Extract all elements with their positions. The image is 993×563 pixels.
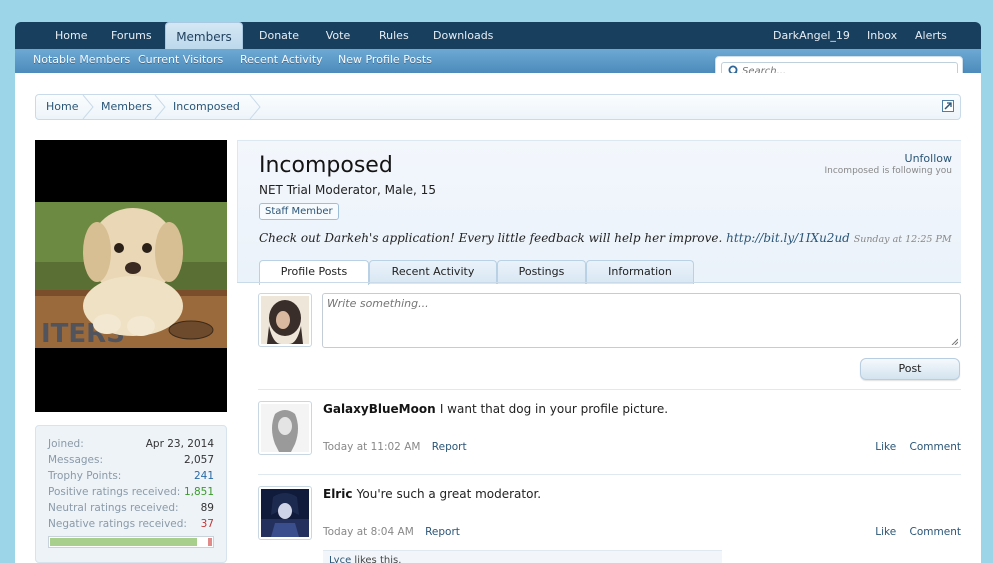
breadcrumb-members[interactable]: Members (101, 95, 152, 119)
message-divider (258, 389, 961, 390)
profile-post-input[interactable] (327, 297, 955, 343)
rating-positive-fill (50, 538, 197, 546)
stat-value: 89 (200, 502, 214, 514)
stat-label: Positive ratings received: (48, 486, 181, 498)
breadcrumb-separator-icon (82, 95, 94, 119)
main-content: Home Members Incomposed ITERS Joined: Ap… (15, 73, 981, 563)
liker-name[interactable]: Lyce (329, 555, 351, 563)
tab-recent-activity[interactable]: Recent Activity (369, 260, 497, 284)
message-meta: Today at 8:04 AM Report (323, 526, 460, 538)
tab-underline (237, 282, 961, 283)
stat-label: Negative ratings received: (48, 518, 187, 530)
resize-handle-icon[interactable] (950, 337, 958, 345)
message-actions: Like Comment (865, 441, 961, 453)
breadcrumb: Home Members Incomposed (35, 94, 961, 120)
stat-value: 1,851 (183, 486, 214, 498)
nav-tab-members[interactable]: Members (165, 22, 243, 50)
message-time[interactable]: Today at 8:04 AM (323, 526, 414, 538)
subnav-current-visitors[interactable]: Current Visitors (138, 49, 223, 71)
elric-avatar-image (261, 489, 309, 537)
rating-negative-fill (208, 538, 212, 546)
rating-ratio-bar (48, 536, 214, 548)
report-link[interactable]: Report (425, 526, 460, 538)
stat-value: Apr 23, 2014 (145, 438, 214, 450)
stat-value: 37 (200, 518, 214, 530)
status-time: Sunday at 12:25 PM (853, 234, 952, 245)
breadcrumb-separator-icon (154, 95, 166, 119)
staff-member-badge: Staff Member (259, 203, 339, 220)
subnav-recent-activity[interactable]: Recent Activity (240, 49, 323, 71)
top-navigation: Home Forums Members Donate Vote Rules Do… (15, 22, 981, 50)
stat-trophy-points: Trophy Points: 241 (48, 470, 214, 485)
message-author-name[interactable]: GalaxyBlueMoon (323, 402, 436, 416)
profile-status: Check out Darkeh's application! Every li… (259, 231, 952, 245)
member-stats: Joined: Apr 23, 2014 Messages: 2,057 Tro… (35, 425, 227, 563)
stat-value[interactable]: 2,057 (184, 454, 214, 466)
profile-header: Incomposed NET Trial Moderator, Male, 15… (237, 140, 961, 285)
stat-messages: Messages: 2,057 (48, 454, 214, 469)
galaxybluemoon-avatar-image (261, 404, 309, 452)
breadcrumb-separator-icon (249, 95, 261, 119)
follow-status-note: Incomposed is following you (824, 166, 952, 176)
message-1: GalaxyBlueMoon I want that dog in your p… (323, 402, 668, 416)
nav-user-link[interactable]: DarkAngel_19 (773, 22, 850, 49)
message-author-avatar[interactable] (258, 486, 312, 540)
message-divider (258, 474, 961, 475)
like-link[interactable]: Like (875, 526, 896, 538)
message-meta: Today at 11:02 AM Report (323, 441, 467, 453)
stat-label: Messages: (48, 454, 104, 466)
puppy-avatar-image: ITERS (35, 140, 227, 412)
profile-username: Incomposed (259, 153, 393, 178)
profile-avatar[interactable]: ITERS (35, 140, 227, 412)
stat-label: Neutral ratings received: (48, 502, 179, 514)
status-link[interactable]: http://bit.ly/1IXu2ud (726, 231, 850, 245)
user-avatar-image (261, 296, 309, 344)
nav-alerts-link[interactable]: Alerts (915, 22, 947, 49)
stat-value[interactable]: 241 (194, 470, 214, 482)
like-link[interactable]: Like (875, 441, 896, 453)
profile-user-title: NET Trial Moderator, Male, 15 (259, 183, 436, 197)
nav-tab-home[interactable]: Home (55, 22, 87, 49)
nav-tab-donate[interactable]: Donate (259, 22, 299, 49)
current-user-avatar[interactable] (258, 293, 312, 347)
report-link[interactable]: Report (432, 441, 467, 453)
nav-tab-forums[interactable]: Forums (111, 22, 152, 49)
stat-joined: Joined: Apr 23, 2014 (48, 438, 214, 453)
message-actions: Like Comment (865, 526, 961, 538)
message-time[interactable]: Today at 11:02 AM (323, 441, 420, 453)
breadcrumb-home[interactable]: Home (46, 95, 78, 119)
nav-tab-rules[interactable]: Rules (379, 22, 409, 49)
stat-positive-ratings: Positive ratings received: 1,851 (48, 486, 214, 501)
breadcrumb-current[interactable]: Incomposed (173, 95, 240, 119)
nav-tab-downloads[interactable]: Downloads (433, 22, 493, 49)
status-text: Check out Darkeh's application! Every li… (259, 231, 723, 245)
nav-tab-vote[interactable]: Vote (325, 22, 351, 49)
subnav-notable-members[interactable]: Notable Members (33, 49, 130, 71)
profile-post-composer (322, 293, 961, 348)
stat-neutral-ratings: Neutral ratings received: 89 (48, 502, 214, 517)
tab-postings[interactable]: Postings (497, 260, 586, 284)
comment-link[interactable]: Comment (910, 526, 961, 538)
jump-to-page-icon[interactable] (942, 100, 954, 112)
likes-text: likes this. (351, 555, 402, 563)
unfollow-link[interactable]: Unfollow (905, 152, 952, 165)
message-text: You're such a great moderator. (356, 487, 542, 501)
stat-negative-ratings: Negative ratings received: 37 (48, 518, 214, 533)
profile-panel: Incomposed NET Trial Moderator, Male, 15… (237, 140, 961, 563)
likes-summary: Lyce likes this. (323, 550, 722, 563)
message-2: Elric You're such a great moderator. (323, 487, 541, 501)
post-button[interactable]: Post (860, 358, 960, 380)
stat-label: Trophy Points: (48, 470, 122, 482)
message-author-avatar[interactable] (258, 401, 312, 455)
message-author-name[interactable]: Elric (323, 487, 352, 501)
subnav-new-profile-posts[interactable]: New Profile Posts (338, 49, 432, 71)
comment-link[interactable]: Comment (910, 441, 961, 453)
tab-information[interactable]: Information (586, 260, 694, 284)
nav-inbox-link[interactable]: Inbox (867, 22, 897, 49)
stat-label: Joined: (48, 438, 84, 450)
message-text: I want that dog in your profile picture. (439, 402, 669, 416)
